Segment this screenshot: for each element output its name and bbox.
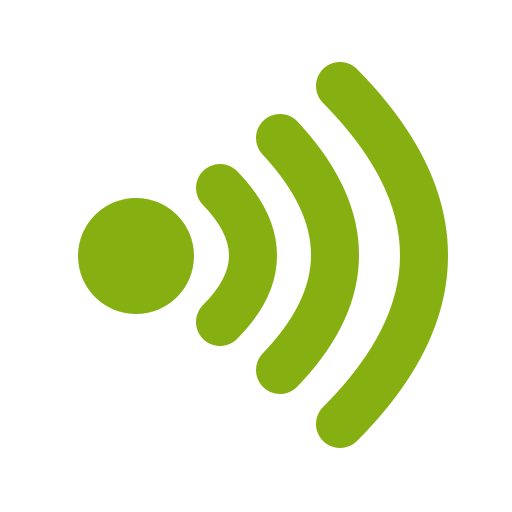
icon-canvas <box>0 0 512 512</box>
signal-arc-medium <box>256 114 359 394</box>
signal-source-dot <box>78 198 194 314</box>
signal-arc-small <box>196 164 277 346</box>
wireless-signal-icon <box>78 62 448 448</box>
